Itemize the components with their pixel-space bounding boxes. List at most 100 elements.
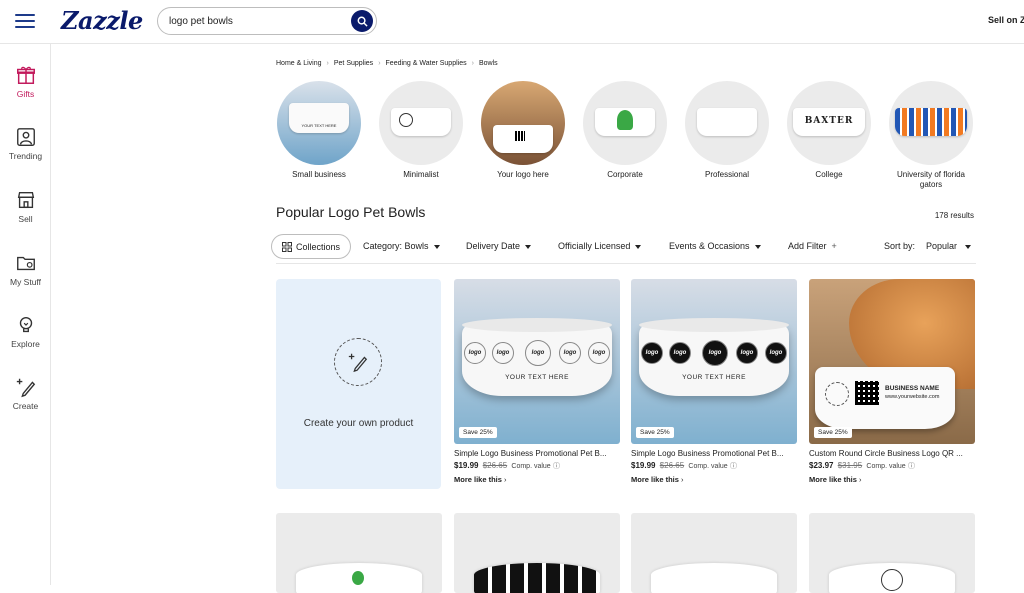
product-card[interactable]: logo logo logo logo logo YOUR TEXT HERE … — [454, 279, 620, 484]
sort-dropdown[interactable]: Popular — [926, 241, 972, 251]
breadcrumb-link[interactable]: Pet Supplies — [334, 60, 373, 67]
bulb-icon — [19, 316, 32, 333]
chevron-right-icon: › — [859, 475, 862, 484]
product-card[interactable]: logo logo logo logo logo YOUR TEXT HERE … — [631, 279, 797, 484]
bowl-text: YOUR TEXT HERE — [682, 374, 746, 381]
add-filter-label: Add Filter — [788, 241, 827, 251]
product-title[interactable]: Custom Round Circle Business Logo QR ... — [809, 449, 975, 458]
product-card[interactable] — [809, 513, 975, 593]
category-corporate[interactable]: Corporate — [583, 81, 667, 180]
create-your-own-label: Create your own product — [303, 418, 414, 429]
product-card[interactable] — [454, 513, 620, 593]
category-image — [685, 81, 769, 165]
trending-icon — [16, 128, 35, 146]
bowl-text: www.yourwebsite.com — [885, 394, 940, 400]
category-image — [481, 81, 565, 165]
create-your-own-card[interactable]: Create your own product — [276, 279, 441, 489]
price-current: $19.99 — [454, 461, 479, 470]
logo-print: logo — [464, 342, 486, 364]
create-icon-circle — [334, 338, 382, 386]
rail-label: My Stuff — [9, 277, 42, 287]
rail-item-create[interactable]: Create — [0, 376, 51, 411]
price-original: $26.65 — [659, 461, 685, 470]
search-button[interactable] — [351, 10, 373, 32]
chevron-down-icon — [433, 244, 440, 249]
product-image[interactable]: BUSINESS NAME www.yourwebsite.com Save 2… — [809, 279, 975, 444]
breadcrumb-separator-icon: › — [378, 60, 381, 67]
sort-label: Sort by: — [884, 241, 916, 251]
category-image: BAXTER — [787, 81, 871, 165]
product-card[interactable]: BUSINESS NAME www.yourwebsite.com Save 2… — [809, 279, 975, 484]
logo-print: logo — [559, 342, 581, 364]
rail-item-my-stuff[interactable]: My Stuff — [0, 252, 51, 287]
product-image[interactable]: logo logo logo logo logo YOUR TEXT HERE … — [454, 279, 620, 444]
top-header: Zazzle Sell on Z — [0, 0, 1024, 44]
collections-label: Collections — [295, 241, 341, 252]
sell-on-zazzle-link[interactable]: Sell on Z — [988, 15, 1024, 25]
product-title[interactable]: Simple Logo Business Promotional Pet B..… — [631, 449, 797, 458]
search-input[interactable] — [169, 13, 349, 30]
category-label: Your logo here — [497, 170, 549, 179]
events-filter-label: Events & Occasions — [669, 241, 750, 251]
search-bar[interactable] — [157, 7, 377, 35]
category-university-of-florida-gators[interactable]: University of florida gators — [889, 81, 973, 190]
zazzle-logo[interactable]: Zazzle — [61, 6, 143, 35]
info-icon[interactable]: ⓘ — [908, 463, 915, 470]
info-icon[interactable]: ⓘ — [730, 463, 737, 470]
product-title[interactable]: Simple Logo Business Promotional Pet B..… — [454, 449, 620, 458]
grid-icon — [281, 241, 292, 252]
rail-label: Create — [12, 401, 39, 411]
results-count: 178 results — [934, 211, 974, 220]
rail-item-explore[interactable]: Explore — [0, 314, 51, 349]
breadcrumb-link[interactable]: Feeding & Water Supplies — [386, 60, 467, 67]
category-filter-dropdown[interactable]: Category: Bowls — [363, 241, 440, 251]
category-small-business[interactable]: YOUR TEXT HERE Small business — [277, 81, 361, 180]
product-card[interactable] — [631, 513, 797, 593]
product-card[interactable] — [276, 513, 442, 593]
events-occasions-dropdown[interactable]: Events & Occasions — [669, 241, 761, 251]
chevron-right-icon: › — [681, 475, 684, 484]
more-like-this-link[interactable]: More like this › — [454, 475, 620, 484]
category-label: Small business — [292, 170, 346, 179]
rail-item-gifts[interactable]: Gifts — [0, 64, 51, 99]
logo-print: logo — [588, 342, 610, 364]
breadcrumb-current[interactable]: Bowls — [479, 60, 498, 67]
collections-button[interactable]: Collections — [271, 234, 351, 259]
bowl-text: YOUR TEXT HERE — [301, 123, 337, 128]
rail-item-trending[interactable]: Trending — [0, 126, 51, 161]
category-carousel: YOUR TEXT HERE Small business Minimalist… — [277, 81, 977, 193]
officially-licensed-dropdown[interactable]: Officially Licensed — [558, 241, 642, 251]
save-badge: Save 25% — [459, 427, 497, 438]
logo-print: logo — [765, 342, 787, 364]
category-image: YOUR TEXT HERE — [277, 81, 361, 165]
category-professional[interactable]: Professional — [685, 81, 769, 180]
category-your-logo-here[interactable]: Your logo here — [481, 81, 565, 180]
more-like-this-link[interactable]: More like this › — [631, 475, 797, 484]
price-current: $19.99 — [631, 461, 656, 470]
bowl-text: YOUR TEXT HERE — [505, 374, 569, 381]
comp-value-label: Comp. value — [511, 463, 551, 470]
page-title: Popular Logo Pet Bowls — [276, 204, 426, 220]
bowl-image — [651, 563, 777, 593]
filter-bar: Collections Category: Bowls Delivery Dat… — [271, 234, 976, 260]
breadcrumb-link[interactable]: Home & Living — [276, 60, 322, 67]
add-filter-button[interactable]: Add Filter + — [788, 241, 837, 251]
category-college[interactable]: BAXTER College — [787, 81, 871, 180]
rail-item-sell[interactable]: Sell — [0, 189, 51, 224]
more-like-this-link[interactable]: More like this › — [809, 475, 975, 484]
info-icon[interactable]: ⓘ — [553, 463, 560, 470]
category-label: College — [815, 170, 843, 179]
menu-icon[interactable] — [15, 14, 35, 29]
logo-print: logo — [702, 340, 728, 366]
store-icon — [17, 191, 34, 209]
product-image[interactable]: logo logo logo logo logo YOUR TEXT HERE … — [631, 279, 797, 444]
licensed-filter-label: Officially Licensed — [558, 241, 631, 251]
breadcrumb: Home & Living › Pet Supplies › Feeding & Wat… — [276, 60, 498, 67]
price-current: $23.97 — [809, 461, 834, 470]
search-icon — [357, 16, 368, 27]
sort-value: Popular — [926, 241, 958, 251]
delivery-date-dropdown[interactable]: Delivery Date — [466, 241, 532, 251]
product-price: $19.99 $26.65 Comp. value ⓘ — [631, 461, 797, 471]
product-price: $19.99 $26.65 Comp. value ⓘ — [454, 461, 620, 471]
category-minimalist[interactable]: Minimalist — [379, 81, 463, 180]
